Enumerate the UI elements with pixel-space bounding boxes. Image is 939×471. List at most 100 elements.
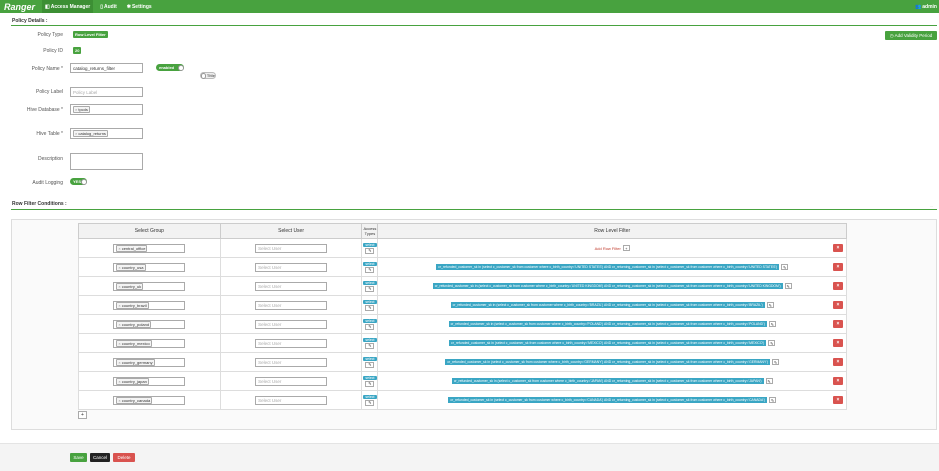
- group-select[interactable]: ×country_germany: [113, 357, 186, 367]
- user-select[interactable]: Select User: [255, 376, 328, 386]
- nav-access-manager[interactable]: ◧ Access Manager: [42, 0, 94, 13]
- group-select[interactable]: ×country_poland: [113, 319, 186, 329]
- enabled-toggle[interactable]: enabled: [156, 64, 184, 71]
- edit-icon[interactable]: ✎: [365, 323, 375, 330]
- remove-tag-icon[interactable]: ×: [118, 341, 120, 346]
- user-select[interactable]: Select User: [255, 281, 328, 291]
- add-row-filter[interactable]: Add Row Filter +: [378, 245, 846, 251]
- edit-icon[interactable]: ✎: [768, 321, 776, 327]
- row-filter-expression[interactable]: cr_refunded_customer_sk in (select c_cus…: [378, 397, 846, 403]
- remove-tag-icon[interactable]: ×: [118, 265, 120, 270]
- user-select[interactable]: Select User: [255, 300, 328, 310]
- row-filter-expression[interactable]: cr_refunded_customer_sk in (select c_cus…: [378, 302, 846, 308]
- group-tag[interactable]: ×country_canada: [116, 396, 153, 404]
- row-filter-expression[interactable]: cr_refunded_customer_sk in (select c_cus…: [378, 321, 846, 327]
- cancel-button[interactable]: Cancel: [90, 453, 110, 462]
- add-validity-period-button[interactable]: ◷ Add Validity Period: [885, 31, 937, 40]
- edit-icon[interactable]: ✎: [365, 399, 375, 406]
- row-filter-expression[interactable]: cr_refunded_customer_sk in (select c_cus…: [378, 264, 846, 270]
- user-menu[interactable]: 👥 admin: [915, 0, 937, 13]
- group-select[interactable]: ×country_brazil: [113, 300, 186, 310]
- access-type-badge: select: [363, 299, 377, 304]
- table-row: ×country_mexico Select User select ✎ cr_…: [78, 333, 847, 353]
- audit-logging-toggle[interactable]: YES: [70, 178, 87, 185]
- nav-settings[interactable]: ✱ Settings: [124, 0, 155, 13]
- group-tag[interactable]: ×country_brazil: [116, 301, 149, 309]
- add-row-button[interactable]: +: [78, 411, 87, 419]
- user-select[interactable]: Select User: [255, 395, 328, 405]
- group-tag[interactable]: ×country_uk: [116, 282, 144, 290]
- group-select[interactable]: ×country_usa: [113, 262, 186, 272]
- delete-row-button[interactable]: ×: [833, 281, 843, 290]
- delete-button[interactable]: Delete: [113, 453, 135, 462]
- group-tag[interactable]: ×central_office: [116, 244, 148, 252]
- group-select[interactable]: ×country_mexico: [113, 338, 186, 348]
- delete-row-button[interactable]: ×: [833, 338, 843, 347]
- policy-name-input[interactable]: catalog_returns_filter: [70, 63, 143, 73]
- user-select[interactable]: Select User: [255, 338, 328, 348]
- delete-row-button[interactable]: ×: [833, 357, 843, 366]
- plus-icon[interactable]: +: [622, 245, 630, 251]
- delete-row-button[interactable]: ×: [833, 319, 843, 328]
- edit-icon[interactable]: ✎: [768, 340, 776, 346]
- delete-row-button[interactable]: ×: [833, 376, 843, 385]
- row-filter-expression[interactable]: cr_refunded_customer_sk in (select c_cus…: [378, 378, 846, 384]
- remove-tag-icon[interactable]: ×: [118, 246, 120, 251]
- user-select[interactable]: Select User: [255, 357, 328, 367]
- remove-tag-icon[interactable]: ×: [75, 107, 77, 112]
- group-select[interactable]: ×central_office: [113, 243, 186, 253]
- user-select[interactable]: Select User: [255, 319, 328, 329]
- remove-tag-icon[interactable]: ×: [75, 131, 77, 136]
- row-filter-title: Row Filter Conditions :: [12, 201, 67, 207]
- delete-row-button[interactable]: ×: [833, 395, 843, 404]
- override-toggle[interactable]: Title: [200, 72, 216, 79]
- nav-audit[interactable]: ▯ Audit: [97, 0, 120, 13]
- brand-logo[interactable]: Ranger: [4, 2, 38, 12]
- description-textarea[interactable]: [70, 153, 143, 170]
- delete-row-button[interactable]: ×: [833, 262, 843, 271]
- remove-tag-icon[interactable]: ×: [118, 284, 120, 289]
- hive-database-input[interactable]: ×tpcds: [70, 104, 143, 115]
- group-tag[interactable]: ×country_usa: [116, 263, 146, 271]
- edit-icon[interactable]: ✎: [365, 266, 375, 273]
- row-filter-expression[interactable]: cr_refunded_customer_sk in (select c_cus…: [378, 340, 846, 346]
- edit-icon[interactable]: ✎: [784, 283, 792, 289]
- edit-icon[interactable]: ✎: [365, 247, 375, 254]
- user-placeholder: Select User: [258, 378, 282, 384]
- edit-icon[interactable]: ✎: [365, 342, 375, 349]
- row-filter-expression[interactable]: cr_refunded_customer_sk in (select c_cus…: [378, 283, 846, 289]
- group-value: country_poland: [121, 321, 150, 327]
- hive-table-tag[interactable]: ×catalog_returns: [73, 130, 108, 137]
- user-select[interactable]: Select User: [255, 262, 328, 272]
- remove-tag-icon[interactable]: ×: [118, 360, 120, 365]
- save-button[interactable]: Save: [70, 453, 87, 462]
- remove-tag-icon[interactable]: ×: [118, 398, 120, 403]
- user-select[interactable]: Select User: [255, 243, 328, 253]
- group-tag[interactable]: ×country_poland: [116, 320, 152, 328]
- delete-row-button[interactable]: ×: [833, 300, 843, 309]
- group-tag[interactable]: ×country_germany: [116, 358, 155, 366]
- edit-icon[interactable]: ✎: [781, 264, 789, 270]
- edit-icon[interactable]: ✎: [365, 361, 375, 368]
- edit-icon[interactable]: ✎: [365, 304, 375, 311]
- group-tag[interactable]: ×country_mexico: [116, 339, 152, 347]
- filter-cell: cr_refunded_customer_sk in (select c_cus…: [377, 390, 847, 410]
- edit-icon[interactable]: ✎: [766, 302, 774, 308]
- group-select[interactable]: ×country_canada: [113, 395, 186, 405]
- edit-icon[interactable]: ✎: [365, 380, 375, 387]
- remove-tag-icon[interactable]: ×: [118, 379, 120, 384]
- group-select[interactable]: ×country_uk: [113, 281, 186, 291]
- remove-tag-icon[interactable]: ×: [118, 322, 120, 327]
- edit-icon[interactable]: ✎: [769, 397, 777, 403]
- edit-icon[interactable]: ✎: [765, 378, 773, 384]
- hive-table-input[interactable]: ×catalog_returns: [70, 128, 143, 139]
- group-select[interactable]: ×country_japan: [113, 376, 186, 386]
- hive-database-tag[interactable]: ×tpcds: [73, 106, 90, 113]
- row-filter-expression[interactable]: cr_refunded_customer_sk in (select c_cus…: [378, 359, 846, 365]
- group-tag[interactable]: ×country_japan: [116, 377, 149, 385]
- policy-label-input[interactable]: Policy Label: [70, 87, 143, 97]
- remove-tag-icon[interactable]: ×: [118, 303, 120, 308]
- edit-icon[interactable]: ✎: [772, 359, 780, 365]
- delete-row-button[interactable]: ×: [833, 243, 843, 252]
- edit-icon[interactable]: ✎: [365, 285, 375, 292]
